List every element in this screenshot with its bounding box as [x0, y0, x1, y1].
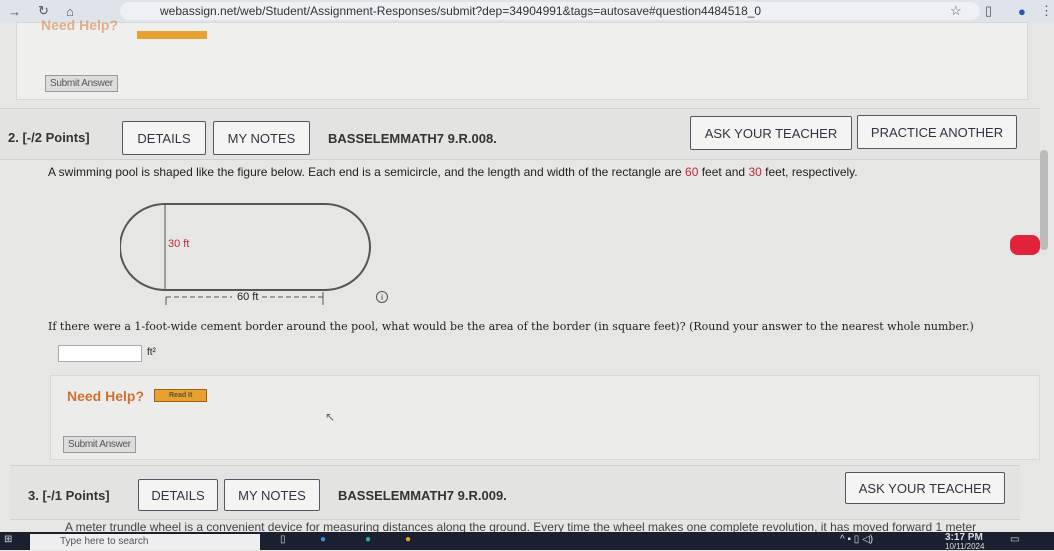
practice-another-button[interactable]: PRACTICE ANOTHER [857, 115, 1017, 149]
my-notes-button[interactable]: MY NOTES [224, 479, 320, 511]
mouse-cursor-icon: ↖ [325, 410, 336, 424]
address-bar[interactable]: webassign.net/web/Student/Assignment-Res… [120, 2, 980, 20]
scrollbar-thumb[interactable] [1040, 150, 1048, 250]
submit-answer-button[interactable]: Submit Answer [63, 436, 136, 453]
previous-question-card: Need Help? Submit Answer [16, 17, 1028, 100]
question-text: If there were a 1-foot-wide cement borde… [48, 320, 974, 333]
task-view-icon[interactable]: ▯ [280, 534, 286, 545]
question-code: BASSELEMMATH7 9.R.008. [328, 131, 497, 146]
question-code: BASSELEMMATH7 9.R.009. [338, 488, 507, 503]
pool-outline [120, 203, 371, 291]
answer-input[interactable] [58, 345, 142, 362]
chat-badge-icon[interactable] [1010, 235, 1040, 255]
question-number: 2. [-/2 Points] [8, 130, 90, 145]
question-2-header: 2. [-/2 Points] DETAILS MY NOTES BASSELE… [0, 108, 1040, 160]
tray-icons[interactable]: ^ ▪ ▯ ◁) [840, 534, 873, 545]
notifications-icon[interactable]: ▭ [1010, 534, 1019, 545]
details-button[interactable]: DETAILS [122, 121, 206, 155]
width-label: 30 ft [168, 238, 190, 250]
outlook-icon[interactable]: ● [320, 534, 326, 545]
taskbar: ⊞ Type here to search ▯ ● ● ● ^ ▪ ▯ ◁) 3… [0, 532, 1054, 551]
profile-icon[interactable]: ● [1018, 4, 1026, 19]
need-help-label: Need Help? [41, 17, 119, 33]
bookmark-star-icon[interactable]: ☆ [950, 3, 962, 19]
info-icon[interactable]: i [376, 291, 388, 303]
need-help-label: Need Help? [67, 388, 145, 404]
taskbar-search[interactable]: Type here to search [30, 534, 260, 550]
browser-toolbar: → ↻ ⌂ webassign.net/web/Student/Assignme… [0, 0, 1054, 22]
edge-icon[interactable]: ● [365, 534, 371, 545]
forward-icon[interactable]: → [8, 4, 21, 19]
menu-icon[interactable]: ⋮ [1040, 3, 1053, 19]
ask-your-teacher-button[interactable]: ASK YOUR TEACHER [690, 116, 852, 150]
ask-your-teacher-button[interactable]: ASK YOUR TEACHER [845, 472, 1005, 504]
submit-answer-button[interactable]: Submit Answer [45, 75, 118, 92]
question-number: 3. [-/1 Points] [28, 488, 110, 503]
help-section: Need Help? Read It Submit Answer [50, 375, 1040, 460]
problem-statement: A swimming pool is shaped like the figur… [48, 165, 858, 179]
url-text: webassign.net/web/Student/Assignment-Res… [160, 4, 762, 18]
question-3-header: 3. [-/1 Points] DETAILS MY NOTES BASSELE… [10, 465, 1020, 520]
windows-start-icon[interactable]: ⊞ [4, 534, 12, 545]
details-button[interactable]: DETAILS [138, 479, 218, 511]
read-it-button[interactable] [137, 31, 207, 39]
my-notes-button[interactable]: MY NOTES [213, 121, 310, 155]
chrome-icon[interactable]: ● [405, 534, 411, 545]
extensions-icon[interactable]: ▯ [985, 3, 992, 19]
read-it-button[interactable]: Read It [154, 389, 208, 402]
unit-label: ft² [147, 347, 156, 358]
length-label: 60 ft [237, 291, 259, 303]
